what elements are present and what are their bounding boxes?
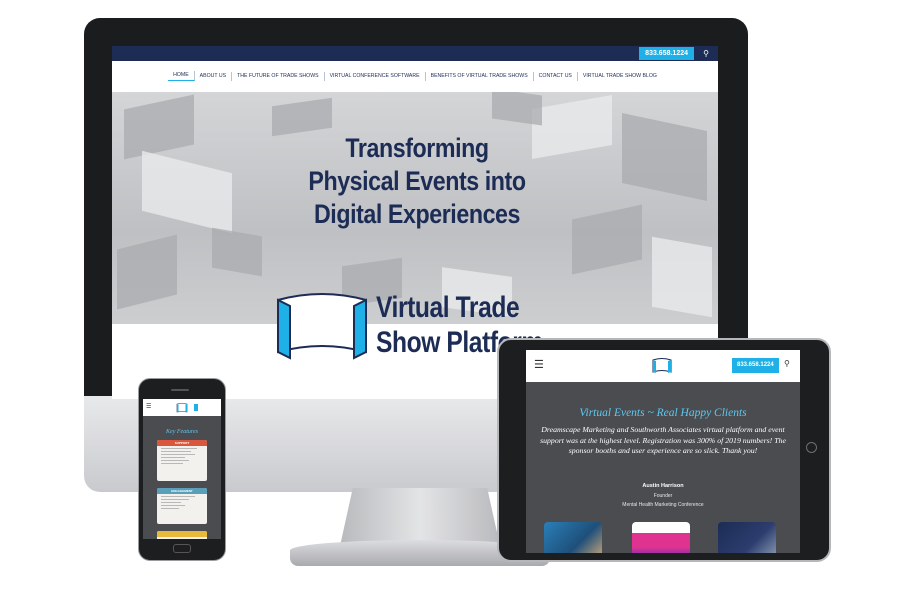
testimonial-heading: Virtual Events ~ Real Happy Clients — [579, 407, 747, 419]
nav-future-of-trade-shows[interactable]: THE FUTURE OF TRADE SHOWS — [232, 71, 325, 81]
text-line — [161, 502, 181, 503]
phone-cta-button[interactable] — [194, 404, 198, 411]
phone-logo-icon — [176, 403, 188, 413]
feature-card-header: ENGAGEMENT — [157, 488, 207, 494]
main-navigation: HOME ABOUT US THE FUTURE OF TRADE SHOWS … — [112, 61, 718, 91]
nav-home[interactable]: HOME — [168, 71, 195, 81]
feature-card-support: SUPPORT — [157, 440, 207, 481]
search-icon[interactable]: ⚲ — [784, 359, 790, 368]
text-line — [161, 460, 189, 461]
testimonial-role: Founder — [653, 493, 673, 499]
feature-card-header — [157, 531, 207, 537]
top-bar: 833.658.1224 ⚲ — [112, 46, 718, 61]
case-study-card[interactable] — [544, 522, 602, 553]
hamburger-menu-icon[interactable]: ☰ — [146, 404, 151, 410]
hero-illustration-booth — [212, 227, 262, 277]
search-icon[interactable]: ⚲ — [700, 47, 712, 60]
hero-illustration-booth — [492, 92, 542, 126]
logo-line: Virtual Trade — [376, 291, 520, 324]
testimonial-author: Austin Harrison — [642, 483, 684, 489]
hero-title-line: Physical Events into — [308, 166, 526, 196]
hero-title-line: Digital Experiences — [313, 199, 521, 229]
desktop-monitor-stand — [340, 488, 500, 546]
text-line — [161, 463, 183, 464]
hero-illustration-booth — [572, 204, 642, 275]
feature-card-third — [157, 531, 207, 539]
text-line — [161, 454, 195, 455]
nav-virtual-conference-software[interactable]: VIRTUAL CONFERENCE SOFTWARE — [325, 71, 426, 81]
hero-title: Transforming Physical Events into Digita… — [284, 132, 551, 231]
phone-number-button[interactable]: 833.658.1224 — [639, 47, 694, 60]
phone-speaker — [171, 389, 189, 391]
hero-illustration-booth — [272, 97, 332, 137]
text-line — [161, 457, 185, 458]
text-line — [161, 505, 185, 506]
feature-card-header: SUPPORT — [157, 440, 207, 446]
feature-card-engagement: ENGAGEMENT — [157, 488, 207, 524]
hero-illustration-booth — [652, 236, 712, 318]
hero-title-line: Transforming — [345, 133, 489, 163]
text-line — [161, 451, 191, 452]
nav-benefits[interactable]: BENEFITS OF VIRTUAL TRADE SHOWS — [426, 71, 534, 81]
hero-illustration-booth — [117, 234, 177, 310]
case-study-card[interactable] — [632, 522, 690, 553]
phone-screen: ☰ Key Features SUPPORT ENGAGEMENT — [143, 399, 221, 539]
testimonial-organization: Mental Health Marketing Conference — [622, 502, 704, 508]
key-features-title: Key Features — [166, 429, 198, 435]
hero-illustration-booth — [124, 94, 194, 160]
tablet-screen: ☰ 833.658.1224 ⚲ Virtual Events ~ Real H… — [526, 350, 800, 553]
text-line — [161, 496, 195, 497]
phone-home-button — [173, 544, 191, 553]
tablet-logo-icon — [652, 358, 672, 373]
tablet-header: ☰ 833.658.1224 ⚲ — [526, 350, 800, 382]
phone-header: ☰ — [143, 399, 221, 416]
logo-banner-icon — [277, 293, 367, 360]
hero-illustration-booth — [142, 150, 232, 234]
nav-blog[interactable]: VIRTUAL TRADE SHOW BLOG — [578, 72, 662, 81]
case-study-card[interactable] — [718, 522, 776, 553]
text-line — [161, 508, 179, 509]
hero-illustration-booth — [622, 112, 707, 202]
text-line — [161, 448, 197, 449]
hamburger-menu-icon[interactable]: ☰ — [534, 360, 544, 371]
tablet-phone-button[interactable]: 833.658.1224 — [732, 358, 779, 373]
nav-contact-us[interactable]: CONTACT US — [534, 71, 578, 81]
testimonial-quote: Dreamscape Marketing and Southworth Asso… — [540, 425, 786, 455]
tablet-home-button — [806, 442, 817, 453]
nav-about-us[interactable]: ABOUT US — [195, 71, 233, 81]
text-line — [161, 499, 189, 500]
